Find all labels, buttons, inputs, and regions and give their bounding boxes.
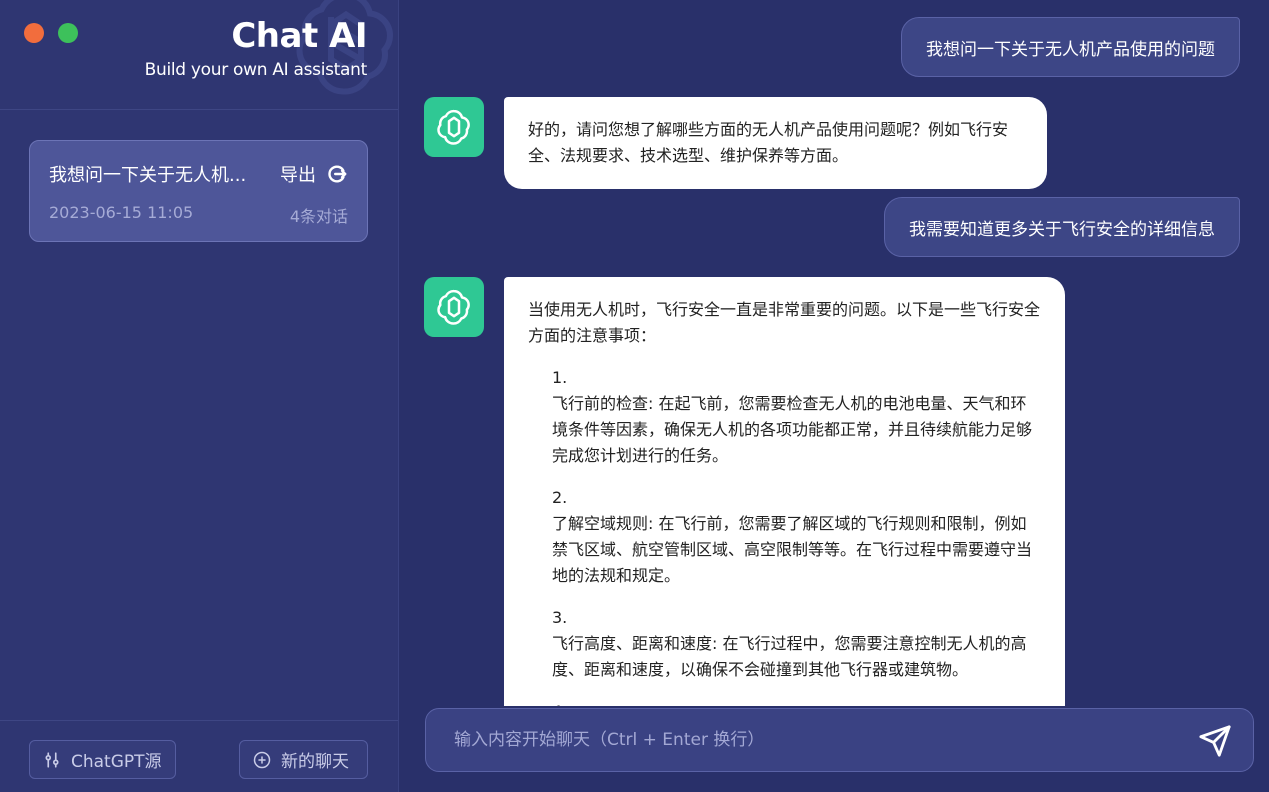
new-chat-button[interactable]: 新的聊天 <box>239 740 368 779</box>
bot-message: 好的，请问您想了解哪些方面的无人机产品使用问题呢？例如飞行安全、法规要求、技术选… <box>504 97 1047 189</box>
message-composer <box>425 708 1254 772</box>
list-item-number: 3. <box>552 608 568 627</box>
list-item-number: 2. <box>552 488 568 507</box>
export-arrow-icon[interactable] <box>326 163 348 185</box>
window-close-button[interactable] <box>24 23 44 43</box>
sliders-icon <box>45 751 59 768</box>
user-message: 我想问一下关于无人机产品使用的问题 <box>901 17 1240 77</box>
sidebar-header: Chat AI Build your own AI assistant <box>0 0 398 110</box>
app-title: Chat AI <box>231 16 367 56</box>
list-item-text: 飞行前的检查: 在起飞前，您需要检查无人机的电池电量、天气和环境条件等因素，确保… <box>552 394 1033 465</box>
sidebar: Chat AI Build your own AI assistant 我想问一… <box>0 0 399 792</box>
chatgpt-source-button[interactable]: ChatGPT源 <box>29 740 176 779</box>
openai-logo-icon <box>437 109 470 145</box>
list-item-text: 了解空域规则: 在飞行前，您需要了解区域的飞行规则和限制，例如禁飞区域、航空管制… <box>552 514 1033 585</box>
chat-panel[interactable]: 我想问一下关于无人机产品使用的问题 好的，请问您想了解哪些方面的无人机产品使用问… <box>399 0 1269 706</box>
new-chat-label: 新的聊天 <box>281 752 349 772</box>
plus-circle-icon <box>253 751 271 768</box>
session-title: 我想问一下关于无人机... <box>49 165 247 186</box>
bot-avatar <box>424 97 484 157</box>
sidebar-footer: ChatGPT源 新的聊天 <box>0 720 398 792</box>
list-item-text: 飞行高度、距离和速度: 在飞行过程中，您需要注意控制无人机的高度、距离和速度，以… <box>552 634 1027 679</box>
session-date: 2023-06-15 11:05 <box>49 203 194 222</box>
bot-message: 当使用无人机时，飞行安全一直是非常重要的问题。以下是一些飞行安全方面的注意事项：… <box>504 277 1065 706</box>
session-count: 4条对话 <box>289 207 348 226</box>
session-item[interactable]: 我想问一下关于无人机... 导出 2023-06-15 11:05 4条对话 <box>29 140 368 242</box>
list-item: 4. <box>528 699 1041 706</box>
list-item: 1. 飞行前的检查: 在起飞前，您需要检查无人机的电池电量、天气和环境条件等因素… <box>528 365 1041 469</box>
list-item: 3. 飞行高度、距离和速度: 在飞行过程中，您需要注意控制无人机的高度、距离和速… <box>528 605 1041 683</box>
window-controls <box>24 23 78 43</box>
chatgpt-source-label: ChatGPT源 <box>71 752 162 772</box>
list-item: 2. 了解空域规则: 在飞行前，您需要了解区域的飞行规则和限制，例如禁飞区域、航… <box>528 485 1041 589</box>
export-button[interactable]: 导出 <box>280 161 316 187</box>
list-item-number: 1. <box>552 368 568 387</box>
openai-logo-icon <box>437 289 470 325</box>
user-message: 我需要知道更多关于飞行安全的详细信息 <box>884 197 1240 257</box>
list-item-number: 4. <box>552 699 1041 706</box>
app-subtitle: Build your own AI assistant <box>144 60 368 80</box>
session-meta: 2023-06-15 11:05 4条对话 <box>49 203 348 227</box>
session-actions: 导出 <box>280 161 348 187</box>
bot-avatar <box>424 277 484 337</box>
session-top-row: 我想问一下关于无人机... 导出 <box>49 161 348 187</box>
send-button[interactable] <box>1197 723 1233 759</box>
window-maximize-button[interactable] <box>58 23 78 43</box>
send-icon <box>1199 725 1231 757</box>
chat-input[interactable] <box>454 709 1174 771</box>
bot-message-intro: 当使用无人机时，飞行安全一直是非常重要的问题。以下是一些飞行安全方面的注意事项： <box>528 300 1041 345</box>
